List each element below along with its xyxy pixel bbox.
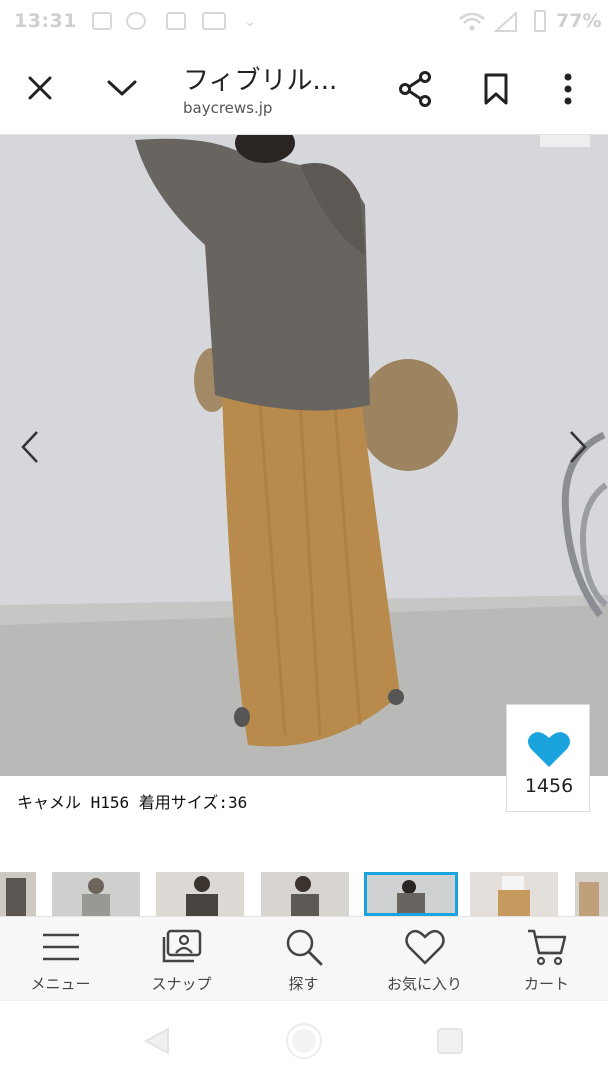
gallery-icon: [92, 12, 112, 30]
status-bar: 13:31 ⌄ 77%: [0, 0, 608, 44]
chevron-right-icon[interactable]: [566, 429, 590, 465]
heart-icon: [528, 732, 570, 767]
system-navigation: [0, 1000, 608, 1081]
signal-icon: [494, 12, 517, 32]
thumbnail[interactable]: [470, 872, 558, 916]
heart-outline-icon: [405, 929, 445, 965]
chevron-down-icon[interactable]: [106, 78, 138, 98]
product-photo[interactable]: [0, 135, 608, 776]
nav-favorites-label: お気に入り: [386, 975, 462, 993]
menu-icon: [43, 933, 79, 961]
thumbnail[interactable]: [156, 872, 244, 916]
share-icon[interactable]: [398, 71, 432, 107]
cart-icon: [528, 929, 567, 966]
thumbnail-selected[interactable]: [364, 872, 458, 916]
thumbnail[interactable]: [0, 872, 36, 916]
thumbnail[interactable]: [261, 872, 349, 916]
favorite-button[interactable]: 1456: [506, 704, 590, 812]
nav-cart-label: カート: [523, 975, 569, 993]
notification-icon: [126, 12, 146, 30]
thumbnail-strip[interactable]: [0, 872, 608, 916]
youtube-icon: [202, 12, 226, 30]
recents-icon[interactable]: [436, 1027, 464, 1055]
more-vert-icon[interactable]: [560, 72, 576, 106]
app-header: フィブリル... baycrews.jp: [0, 44, 608, 135]
nav-snap[interactable]: スナップ: [121, 917, 242, 1001]
nav-menu-label: メニュー: [30, 975, 91, 993]
search-icon: [286, 929, 323, 966]
snap-icon: [162, 929, 202, 963]
nav-favorites[interactable]: お気に入り: [364, 917, 485, 1001]
wifi-icon: [459, 12, 485, 31]
back-icon[interactable]: [142, 1025, 172, 1057]
nav-cart[interactable]: カート: [486, 917, 607, 1001]
more-notifications-icon: ⌄: [244, 14, 256, 30]
product-caption: キャメル H156 着用サイズ:36: [17, 793, 248, 812]
nav-snap-label: スナップ: [151, 975, 212, 993]
model-photo: [0, 135, 608, 776]
status-time: 13:31: [14, 10, 77, 32]
thumbnail[interactable]: [52, 872, 140, 916]
bottom-navigation: メニュー スナップ 探す お気に入り カート: [0, 916, 608, 1001]
battery-level: 77%: [556, 10, 602, 32]
bookmark-icon[interactable]: [482, 72, 510, 106]
nav-search[interactable]: 探す: [243, 917, 364, 1001]
page-url: baycrews.jp: [183, 99, 273, 117]
chevron-left-icon[interactable]: [18, 429, 42, 465]
battery-icon: [534, 10, 546, 32]
thumbnail[interactable]: [575, 872, 608, 916]
nav-menu[interactable]: メニュー: [0, 917, 121, 1001]
favorite-count: 1456: [524, 775, 574, 797]
app-icon: [166, 12, 186, 30]
page-title: フィブリル...: [183, 66, 338, 96]
nav-search-label: 探す: [288, 975, 319, 993]
home-icon[interactable]: [284, 1021, 324, 1061]
close-icon[interactable]: [26, 74, 54, 102]
